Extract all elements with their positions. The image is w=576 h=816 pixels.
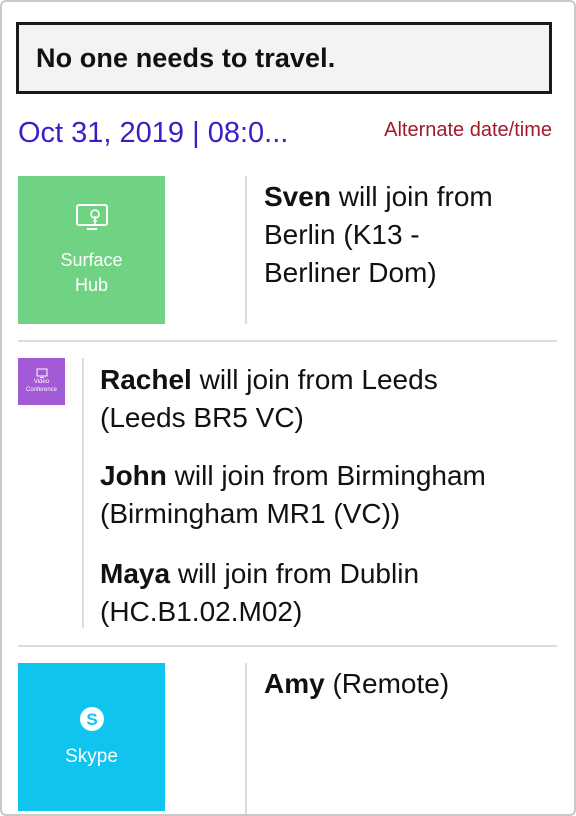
alternate-date-time-link[interactable]: Alternate date/time	[384, 119, 552, 142]
attendee-name: Sven	[264, 181, 331, 212]
attendee-join-text: will join from Dublin	[170, 558, 420, 589]
attendee-rachel: Rachel will join from Leeds (Leeds BR5 V…	[100, 361, 438, 437]
attendee-location-cont: Berliner Dom)	[264, 257, 437, 288]
video-conference-label-line1: Video	[33, 379, 50, 386]
video-conference-tile: Video Conference	[18, 358, 65, 405]
divider	[245, 663, 247, 814]
headline-text: No one needs to travel.	[36, 42, 336, 73]
attendee-name: Maya	[100, 558, 171, 589]
attendee-location: Berlin (K13 -	[264, 219, 420, 250]
skype-tile: S Skype	[18, 663, 165, 811]
surface-hub-label-line2: Hub	[74, 275, 108, 295]
attendee-john: John will join from Birmingham (Birmingh…	[100, 457, 486, 533]
attendee-join-text: will join from	[330, 181, 493, 212]
attendee-join-text: will join from Leeds	[191, 364, 438, 395]
attendee-name: John	[100, 460, 167, 491]
video-conference-icon	[36, 368, 47, 379]
headline-banner: No one needs to travel.	[16, 22, 552, 94]
attendee-amy: Amy (Remote)	[264, 665, 449, 703]
surface-hub-label-line1: Surface	[60, 249, 123, 270]
skype-label: Skype	[65, 745, 118, 767]
attendee-location: (HC.B1.02.M02)	[100, 596, 303, 627]
meeting-date-time: Oct 31, 2019 | 08:0...	[18, 117, 289, 149]
group-divider	[18, 340, 557, 342]
attendee-maya: Maya will join from Dublin (HC.B1.02.M02…	[100, 555, 419, 631]
skype-icon: S	[79, 706, 104, 731]
attendee-join-text: (Remote)	[324, 668, 450, 699]
attendee-name: Rachel	[100, 364, 192, 395]
attendee-sven: Sven will join from Berlin (K13 - Berlin…	[264, 178, 493, 292]
attendee-name: Amy	[264, 668, 325, 699]
svg-text:S: S	[86, 710, 97, 729]
divider	[245, 176, 247, 324]
attendee-location: (Leeds BR5 VC)	[100, 402, 304, 433]
video-conference-label-line2: Conference	[25, 387, 58, 393]
group-divider	[18, 645, 557, 647]
surface-hub-tile: Surface Hub	[18, 176, 165, 324]
attendee-join-text: will join from Birmingham	[166, 460, 486, 491]
attendee-location: (Birmingham MR1 (VC))	[100, 498, 401, 529]
divider	[82, 358, 84, 628]
surface-hub-icon	[75, 203, 108, 230]
meeting-card: No one needs to travel. Oct 31, 2019 | 0…	[0, 0, 576, 816]
